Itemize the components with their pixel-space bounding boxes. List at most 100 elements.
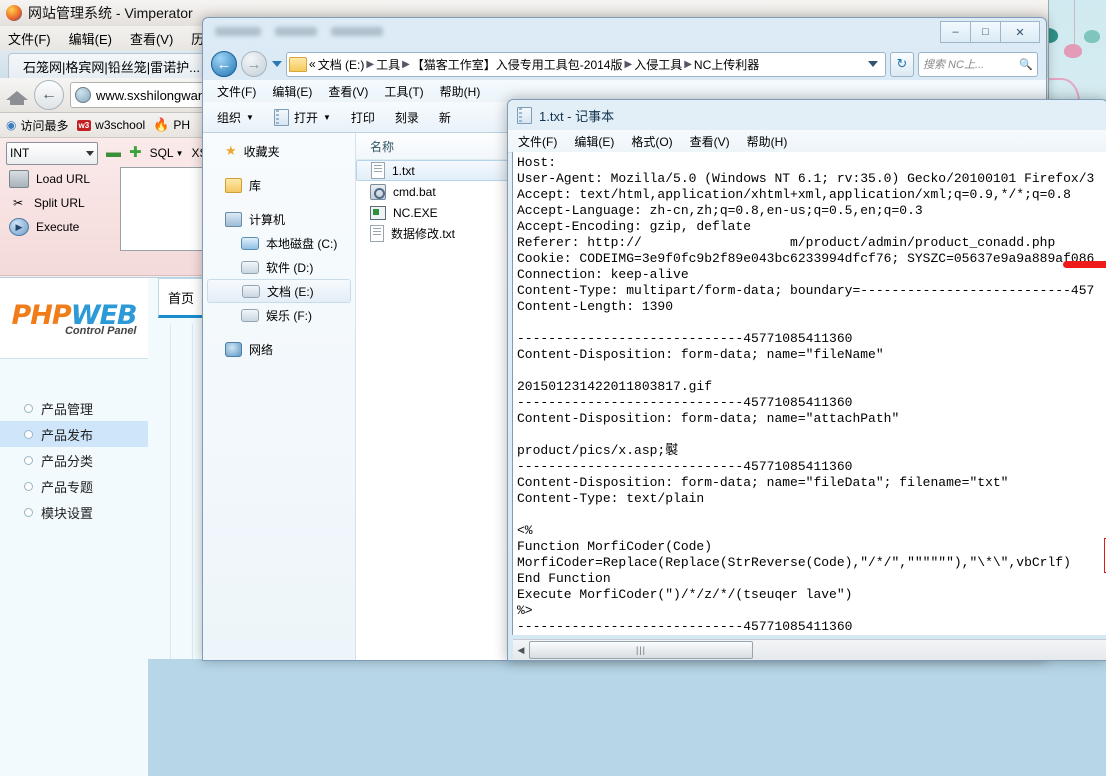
tree-item-network[interactable]: 网络: [203, 337, 355, 361]
scroll-left-arrow[interactable]: ◀: [513, 641, 529, 659]
explorer-address-bar[interactable]: ← → « 文档 (E:) ▶ 工具 ▶ 【猫客工作室】入侵专用工具包-2014…: [203, 48, 1046, 80]
breadcrumb-item-4[interactable]: 入侵工具: [634, 56, 682, 73]
execute-label: Execute: [36, 220, 80, 234]
split-url-button[interactable]: ✂ Split URL: [6, 191, 118, 215]
breadcrumb-item-5[interactable]: NC上传利器: [694, 56, 759, 73]
menu-edit[interactable]: 编辑(E): [574, 133, 614, 150]
tree-item-library[interactable]: 库: [203, 173, 355, 197]
redaction-mark-host: [1063, 261, 1106, 268]
folder-icon: [289, 56, 307, 72]
home-icon[interactable]: [6, 85, 28, 105]
explorer-title-blurred: [215, 27, 383, 36]
print-label: 打印: [350, 110, 375, 125]
menu-edit[interactable]: 编辑(E): [69, 29, 112, 48]
nav-item-label: 产品管理: [41, 401, 94, 417]
bullet-icon: [24, 455, 33, 465]
logo-php-text: PHP: [11, 299, 72, 331]
bookmark-w3school[interactable]: w3 w3school: [76, 118, 145, 132]
notepad-window[interactable]: 1.txt - 记事本 文件(F) 编辑(E) 格式(O) 查看(V) 帮助(H…: [507, 99, 1106, 661]
new-button[interactable]: 新: [439, 109, 451, 126]
breadcrumb-item-3[interactable]: 【猫客工作室】入侵专用工具包-2014版: [412, 56, 623, 73]
menu-view[interactable]: 查看(V): [328, 83, 368, 100]
menu-tools[interactable]: 工具(T): [384, 83, 423, 100]
breadcrumb[interactable]: « 文档 (E:) ▶ 工具 ▶ 【猫客工作室】入侵专用工具包-2014版 ▶ …: [286, 51, 886, 77]
tree-item-drive-d[interactable]: 软件 (D:): [203, 255, 355, 279]
burn-button[interactable]: 刻录: [395, 109, 419, 126]
print-button[interactable]: 打印: [351, 109, 375, 126]
explorer-navigation-pane[interactable]: ★ 收藏夹 库 计算机 本地磁盘 (C:) 软件 (D:) 文档 (E:) 娱乐…: [203, 133, 356, 660]
maximize-button[interactable]: □: [971, 21, 1001, 43]
menu-format[interactable]: 格式(O): [631, 133, 672, 150]
back-button[interactable]: ←: [34, 80, 64, 110]
breadcrumb-item-2[interactable]: 工具: [376, 56, 400, 73]
bookmark-most-visited[interactable]: ◉ 访问最多: [6, 117, 69, 134]
tree-item-label: 文档 (E:): [267, 284, 314, 299]
text-file-icon: [371, 162, 385, 179]
menu-file[interactable]: 文件(F): [8, 29, 51, 48]
minimize-button[interactable]: –: [940, 21, 971, 43]
tab-home[interactable]: 首页: [158, 278, 204, 318]
encoding-select[interactable]: INT: [6, 141, 98, 165]
open-button[interactable]: 打开 ▼: [273, 108, 331, 126]
nav-item-product-category[interactable]: 产品分类: [0, 447, 148, 473]
menu-view[interactable]: 查看(V): [690, 133, 730, 150]
phpweb-sidebar: PHPWEB Control Panel 产品管理 产品发布 产品分类 产品专题…: [0, 278, 148, 776]
menu-help[interactable]: 帮助(H): [747, 133, 788, 150]
explorer-search-input[interactable]: 搜索 NC上... 🔍: [918, 51, 1038, 77]
chevron-down-icon[interactable]: [868, 61, 878, 67]
minus-icon[interactable]: ▬: [106, 145, 121, 160]
organize-label: 组织: [217, 110, 242, 125]
nav-item-product-publish[interactable]: 产品发布: [0, 421, 148, 447]
breadcrumb-overflow[interactable]: «: [309, 57, 316, 71]
exe-file-icon: [370, 205, 386, 220]
plus-icon[interactable]: ✚: [129, 145, 142, 160]
tree-item-favorites[interactable]: ★ 收藏夹: [203, 139, 355, 163]
refresh-button[interactable]: ↻: [890, 51, 914, 77]
breadcrumb-item-1[interactable]: 文档 (E:): [318, 56, 365, 73]
burn-label: 刻录: [394, 110, 419, 125]
explorer-forward-button[interactable]: →: [241, 51, 267, 77]
globe-icon: [75, 87, 91, 103]
tree-item-drive-f[interactable]: 娱乐 (F:): [203, 303, 355, 327]
chevron-right-icon: ▶: [624, 58, 633, 70]
notepad-horizontal-scrollbar[interactable]: ◀ |||: [513, 639, 1106, 660]
execute-button[interactable]: ▶ Execute: [6, 215, 118, 239]
nav-item-module-settings[interactable]: 模块设置: [0, 499, 148, 525]
menu-edit[interactable]: 编辑(E): [272, 83, 312, 100]
scrollbar-thumb[interactable]: |||: [529, 641, 753, 659]
notepad-menubar[interactable]: 文件(F) 编辑(E) 格式(O) 查看(V) 帮助(H): [508, 130, 1106, 153]
browser-tab[interactable]: 石笼网|格宾网|铅丝笼|雷诺护...: [8, 53, 215, 78]
tree-item-label: 计算机: [249, 212, 286, 227]
computer-icon: [225, 211, 242, 227]
window-controls[interactable]: – □ ✕: [940, 21, 1040, 43]
chevron-down-icon: ▼: [246, 112, 254, 122]
tree-item-drive-c[interactable]: 本地磁盘 (C:): [203, 231, 355, 255]
menu-help[interactable]: 帮助(H): [440, 83, 481, 100]
load-url-button[interactable]: Load URL: [6, 167, 118, 191]
chevron-right-icon: ▶: [684, 58, 692, 70]
bullet-icon: [24, 507, 33, 517]
drive-icon: [242, 284, 260, 298]
nav-item-product-topic[interactable]: 产品专题: [0, 473, 148, 499]
nav-item-label: 产品发布: [41, 427, 94, 443]
tree-item-computer[interactable]: 计算机: [203, 207, 355, 231]
phpweb-nav[interactable]: 产品管理 产品发布 产品分类 产品专题 模块设置: [0, 359, 148, 776]
explorer-titlebar[interactable]: – □ ✕: [203, 18, 1046, 48]
explorer-back-button[interactable]: ←: [211, 51, 237, 77]
sql-menu[interactable]: SQL ▼: [150, 146, 184, 160]
file-name: cmd.bat: [393, 184, 436, 199]
menu-file[interactable]: 文件(F): [217, 83, 256, 100]
tree-item-drive-e[interactable]: 文档 (E:): [207, 279, 351, 303]
text-file-icon: [370, 225, 384, 242]
recent-pages-icon[interactable]: [272, 61, 282, 67]
bullet-icon: [24, 403, 33, 413]
bookmark-php[interactable]: 🔥 PH: [153, 117, 190, 133]
close-button[interactable]: ✕: [1001, 21, 1040, 43]
notepad-text-area[interactable]: Host: User-Agent: Mozilla/5.0 (Windows N…: [512, 152, 1106, 635]
menu-view[interactable]: 查看(V): [130, 29, 173, 48]
notepad-titlebar[interactable]: 1.txt - 记事本: [508, 100, 1106, 130]
tree-item-label: 娱乐 (F:): [266, 308, 312, 323]
nav-item-product-manage[interactable]: 产品管理: [0, 395, 148, 421]
menu-file[interactable]: 文件(F): [518, 133, 557, 150]
organize-button[interactable]: 组织 ▼: [217, 109, 254, 126]
